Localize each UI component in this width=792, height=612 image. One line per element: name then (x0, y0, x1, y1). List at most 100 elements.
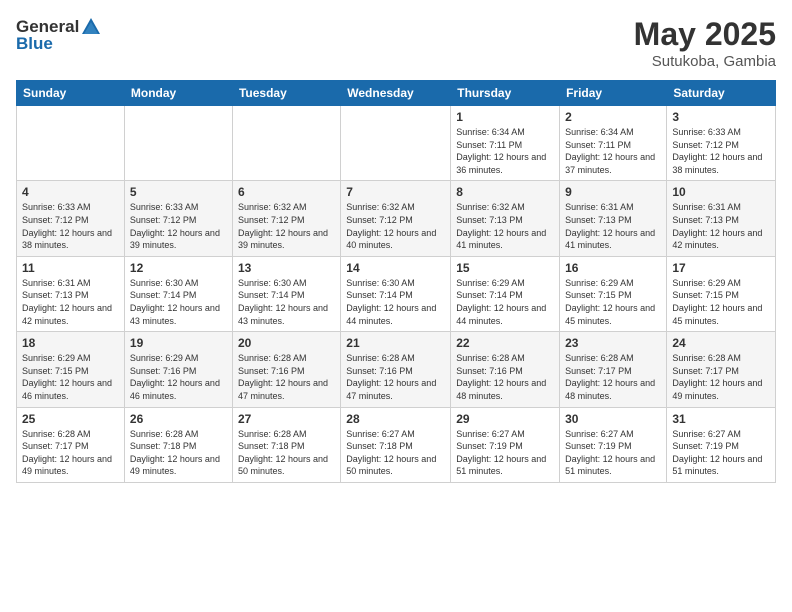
day-info: Sunrise: 6:29 AMSunset: 7:14 PMDaylight:… (456, 277, 554, 327)
day-number: 13 (238, 261, 335, 275)
day-number: 15 (456, 261, 554, 275)
calendar-cell: 9 Sunrise: 6:31 AMSunset: 7:13 PMDaylight… (560, 181, 667, 256)
calendar-cell: 17 Sunrise: 6:29 AMSunset: 7:15 PMDayligh… (667, 256, 776, 331)
calendar-week-3: 18 Sunrise: 6:29 AMSunset: 7:15 PMDayligh… (17, 332, 776, 407)
day-number: 2 (565, 110, 661, 124)
calendar-cell: 18 Sunrise: 6:29 AMSunset: 7:15 PMDayligh… (17, 332, 125, 407)
calendar-cell: 28 Sunrise: 6:27 AMSunset: 7:18 PMDayligh… (341, 407, 451, 482)
day-number: 27 (238, 412, 335, 426)
day-number: 8 (456, 185, 554, 199)
day-number: 30 (565, 412, 661, 426)
day-info: Sunrise: 6:27 AMSunset: 7:19 PMDaylight:… (456, 428, 554, 478)
calendar-cell: 2 Sunrise: 6:34 AMSunset: 7:11 PMDaylight… (560, 106, 667, 181)
calendar-cell: 20 Sunrise: 6:28 AMSunset: 7:16 PMDayligh… (232, 332, 340, 407)
logo-blue: Blue (16, 34, 53, 54)
day-number: 24 (672, 336, 770, 350)
day-number: 7 (346, 185, 445, 199)
calendar-cell: 29Sunrise: 6:27 AMSunset: 7:19 PMDayligh… (451, 407, 560, 482)
day-number: 20 (238, 336, 335, 350)
calendar-cell (17, 106, 125, 181)
calendar-week-4: 25 Sunrise: 6:28 AMSunset: 7:17 PMDayligh… (17, 407, 776, 482)
day-info: Sunrise: 6:28 AMSunset: 7:17 PMDaylight:… (565, 352, 661, 402)
day-info: Sunrise: 6:30 AMSunset: 7:14 PMDaylight:… (130, 277, 227, 327)
day-info: Sunrise: 6:28 AMSunset: 7:18 PMDaylight:… (238, 428, 335, 478)
calendar-week-0: 1 Sunrise: 6:34 AMSunset: 7:11 PMDaylight… (17, 106, 776, 181)
day-number: 3 (672, 110, 770, 124)
calendar-week-2: 11Sunrise: 6:31 AMSunset: 7:13 PMDayligh… (17, 256, 776, 331)
day-number: 10 (672, 185, 770, 199)
day-number: 1 (456, 110, 554, 124)
day-info: Sunrise: 6:33 AMSunset: 7:12 PMDaylight:… (130, 201, 227, 251)
header: General Blue May 2025 Sutukoba, Gambia (16, 16, 776, 70)
day-number: 25 (22, 412, 119, 426)
calendar-cell (124, 106, 232, 181)
day-info: Sunrise: 6:27 AMSunset: 7:19 PMDaylight:… (672, 428, 770, 478)
calendar-cell: 26 Sunrise: 6:28 AMSunset: 7:18 PMDayligh… (124, 407, 232, 482)
calendar-cell: 3 Sunrise: 6:33 AMSunset: 7:12 PMDaylight… (667, 106, 776, 181)
day-number: 26 (130, 412, 227, 426)
page-title: May 2025 (634, 16, 776, 53)
calendar-cell: 16 Sunrise: 6:29 AMSunset: 7:15 PMDayligh… (560, 256, 667, 331)
day-info: Sunrise: 6:28 AMSunset: 7:16 PMDaylight:… (238, 352, 335, 402)
day-info: Sunrise: 6:30 AMSunset: 7:14 PMDaylight:… (346, 277, 445, 327)
calendar-cell: 21Sunrise: 6:28 AMSunset: 7:16 PMDayligh… (341, 332, 451, 407)
day-info: Sunrise: 6:32 AMSunset: 7:12 PMDaylight:… (346, 201, 445, 251)
day-number: 23 (565, 336, 661, 350)
calendar-cell: 5Sunrise: 6:33 AMSunset: 7:12 PMDaylight… (124, 181, 232, 256)
day-number: 17 (672, 261, 770, 275)
logo: General Blue (16, 16, 103, 54)
day-number: 31 (672, 412, 770, 426)
day-info: Sunrise: 6:31 AMSunset: 7:13 PMDaylight:… (22, 277, 119, 327)
calendar-cell: 11Sunrise: 6:31 AMSunset: 7:13 PMDayligh… (17, 256, 125, 331)
day-info: Sunrise: 6:29 AMSunset: 7:15 PMDaylight:… (22, 352, 119, 402)
day-info: Sunrise: 6:29 AMSunset: 7:15 PMDaylight:… (565, 277, 661, 327)
day-number: 16 (565, 261, 661, 275)
day-number: 12 (130, 261, 227, 275)
calendar-cell: 8 Sunrise: 6:32 AMSunset: 7:13 PMDaylight… (451, 181, 560, 256)
calendar-cell: 10Sunrise: 6:31 AMSunset: 7:13 PMDayligh… (667, 181, 776, 256)
calendar-cell: 4 Sunrise: 6:33 AMSunset: 7:12 PMDaylight… (17, 181, 125, 256)
calendar-cell: 27 Sunrise: 6:28 AMSunset: 7:18 PMDayligh… (232, 407, 340, 482)
day-info: Sunrise: 6:34 AMSunset: 7:11 PMDaylight:… (565, 126, 661, 176)
day-number: 6 (238, 185, 335, 199)
calendar-cell: 24Sunrise: 6:28 AMSunset: 7:17 PMDayligh… (667, 332, 776, 407)
calendar-cell: 25 Sunrise: 6:28 AMSunset: 7:17 PMDayligh… (17, 407, 125, 482)
calendar-table: SundayMondayTuesdayWednesdayThursdayFrid… (16, 80, 776, 483)
calendar-cell (232, 106, 340, 181)
day-info: Sunrise: 6:32 AMSunset: 7:13 PMDaylight:… (456, 201, 554, 251)
day-info: Sunrise: 6:27 AMSunset: 7:18 PMDaylight:… (346, 428, 445, 478)
calendar-cell: 30Sunrise: 6:27 AMSunset: 7:19 PMDayligh… (560, 407, 667, 482)
calendar-header-wednesday: Wednesday (341, 81, 451, 106)
calendar-cell: 7 Sunrise: 6:32 AMSunset: 7:12 PMDaylight… (341, 181, 451, 256)
day-info: Sunrise: 6:33 AMSunset: 7:12 PMDaylight:… (672, 126, 770, 176)
day-info: Sunrise: 6:28 AMSunset: 7:17 PMDaylight:… (22, 428, 119, 478)
day-info: Sunrise: 6:28 AMSunset: 7:18 PMDaylight:… (130, 428, 227, 478)
title-block: May 2025 Sutukoba, Gambia (634, 16, 776, 70)
calendar-header-sunday: Sunday (17, 81, 125, 106)
day-info: Sunrise: 6:32 AMSunset: 7:12 PMDaylight:… (238, 201, 335, 251)
calendar-cell: 12 Sunrise: 6:30 AMSunset: 7:14 PMDayligh… (124, 256, 232, 331)
calendar-header-saturday: Saturday (667, 81, 776, 106)
calendar-week-1: 4 Sunrise: 6:33 AMSunset: 7:12 PMDaylight… (17, 181, 776, 256)
calendar-header-row: SundayMondayTuesdayWednesdayThursdayFrid… (17, 81, 776, 106)
day-number: 18 (22, 336, 119, 350)
calendar-cell (341, 106, 451, 181)
day-info: Sunrise: 6:31 AMSunset: 7:13 PMDaylight:… (565, 201, 661, 251)
day-info: Sunrise: 6:30 AMSunset: 7:14 PMDaylight:… (238, 277, 335, 327)
calendar-cell: 19Sunrise: 6:29 AMSunset: 7:16 PMDayligh… (124, 332, 232, 407)
logo-icon (80, 16, 102, 38)
day-number: 21 (346, 336, 445, 350)
calendar-header-friday: Friday (560, 81, 667, 106)
calendar-cell: 22Sunrise: 6:28 AMSunset: 7:16 PMDayligh… (451, 332, 560, 407)
page-location: Sutukoba, Gambia (634, 53, 776, 70)
day-number: 22 (456, 336, 554, 350)
day-number: 28 (346, 412, 445, 426)
day-info: Sunrise: 6:29 AMSunset: 7:15 PMDaylight:… (672, 277, 770, 327)
day-info: Sunrise: 6:33 AMSunset: 7:12 PMDaylight:… (22, 201, 119, 251)
day-number: 4 (22, 185, 119, 199)
calendar-header-monday: Monday (124, 81, 232, 106)
calendar-header-tuesday: Tuesday (232, 81, 340, 106)
day-number: 9 (565, 185, 661, 199)
calendar-cell: 31 Sunrise: 6:27 AMSunset: 7:19 PMDayligh… (667, 407, 776, 482)
calendar-cell: 6 Sunrise: 6:32 AMSunset: 7:12 PMDaylight… (232, 181, 340, 256)
